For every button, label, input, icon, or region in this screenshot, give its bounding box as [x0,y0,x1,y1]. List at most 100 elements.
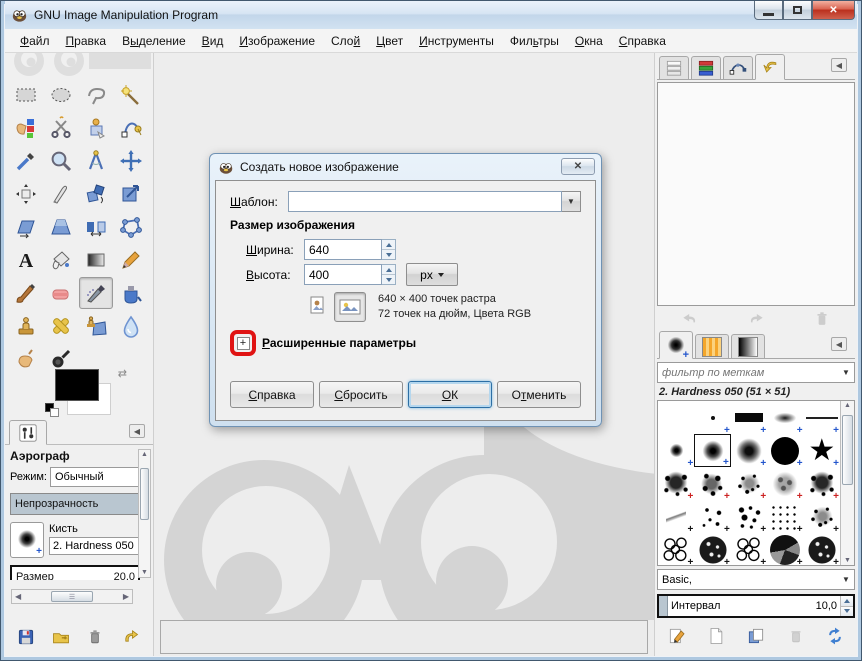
brush-circle-solid[interactable]: + [767,434,803,467]
reset-button[interactable]: Сбросить [319,381,403,408]
template-dropdown-button[interactable]: ▼ [562,191,581,212]
spacing-spinner[interactable] [840,596,853,616]
tool-ink[interactable] [114,277,148,309]
scroll-right-icon[interactable]: ▶ [120,592,132,601]
tool-blur-sharpen[interactable] [114,310,148,342]
menu-2[interactable]: Выделение [115,31,193,51]
tool-rotate[interactable] [79,178,113,210]
brush-dots-mixed[interactable]: + [731,500,767,533]
collapse-left-dock-button[interactable]: ◀ [129,424,145,438]
tab-patterns[interactable] [695,334,729,359]
brush-web[interactable]: + [804,500,840,533]
tool-blend[interactable] [79,244,113,276]
swap-colors-icon[interactable]: ⇄ [118,367,127,380]
menu-4[interactable]: Изображение [232,31,322,51]
tool-scale[interactable] [114,178,148,210]
tool-heal[interactable] [44,310,78,342]
tool-select-by-color[interactable] [9,112,43,144]
tool-move[interactable] [114,145,148,177]
brush-pebbles-2[interactable]: + [731,533,767,565]
brush-name-value[interactable]: 2. Hardness 050 [49,537,140,555]
undo-button[interactable] [678,307,702,331]
collapse-right-dock-button[interactable]: ◀ [831,58,847,72]
tool-fuzzy-select[interactable] [114,79,148,111]
default-colors-icon[interactable] [45,403,59,417]
new-brush-button[interactable] [704,624,728,648]
brush-empty[interactable] [658,401,694,434]
dialog-close-button[interactable]: ✕ [561,158,595,175]
portrait-orientation-button[interactable] [306,292,328,318]
undo-history-list[interactable] [657,82,855,306]
tool-ellipse-select[interactable] [44,79,78,111]
menu-10[interactable]: Справка [612,31,673,51]
title-bar[interactable]: GNU Image Manipulation Program ✕ [5,1,857,29]
tool-flip[interactable] [79,211,113,243]
delete-options-button[interactable] [83,625,107,649]
size-slider[interactable]: Размер 20,0 [10,565,140,580]
brush-soft-large[interactable]: + [731,434,767,467]
brush-hardness-050[interactable]: + [694,434,731,467]
scroll-up-icon[interactable]: ▲ [139,451,150,458]
tool-airbrush[interactable] [79,277,113,309]
ok-button[interactable]: ОК [408,381,492,408]
clear-history-button[interactable] [810,307,834,331]
collapse-brushes-dock-button[interactable]: ◀ [831,337,847,351]
tool-crop[interactable] [44,178,78,210]
scrollbar-thumb[interactable] [140,468,149,520]
tab-undo-history[interactable] [755,54,785,80]
tool-zoom[interactable] [44,145,78,177]
width-spinner[interactable] [382,239,396,260]
cancel-button[interactable]: От менить [497,381,581,408]
color-selector[interactable]: ⇄ [45,368,127,425]
brush-grunge-1[interactable]: + [694,533,730,565]
close-button[interactable]: ✕ [812,1,855,20]
menu-7[interactable]: Инструменты [412,31,501,51]
tool-eraser[interactable] [44,277,78,309]
tool-perspective-clone[interactable] [79,310,113,342]
brush-soft-small[interactable]: + [658,434,694,467]
chevron-down-icon[interactable]: ▼ [838,368,854,377]
menu-9[interactable]: Окна [568,31,610,51]
tool-paths[interactable] [114,112,148,144]
advanced-options-label[interactable]: Расширенные параметры [262,336,416,350]
tool-text[interactable]: A [9,244,43,276]
foreground-color-swatch[interactable] [55,369,99,401]
chevron-down-icon[interactable]: ▼ [838,575,854,584]
minimize-button[interactable] [754,1,783,20]
dialog-title-bar[interactable]: Создать новое изображение ✕ [210,154,601,180]
scrollbar-thumb[interactable] [842,415,853,485]
width-input[interactable]: 640 [304,239,382,260]
edit-brush-button[interactable] [665,624,689,648]
menu-6[interactable]: Цвет [369,31,410,51]
mode-select[interactable]: Обычный [49,467,140,487]
menu-0[interactable]: Файл [13,31,57,51]
menu-1[interactable]: Правка [59,31,114,51]
tab-channels[interactable] [691,56,721,80]
restore-options-button[interactable] [49,625,73,649]
scroll-down-icon[interactable]: ▼ [139,569,150,576]
brush-thin-line[interactable]: + [804,401,840,434]
scroll-up-icon[interactable]: ▲ [841,402,854,409]
brush-dots-fine[interactable]: + [767,500,803,533]
brush-tiny-dot[interactable]: + [694,401,730,434]
tool-pencil[interactable] [114,244,148,276]
tool-rectangle-select[interactable] [9,79,43,111]
menu-5[interactable]: Слой [324,31,367,51]
brush-splatter-2[interactable]: + [694,467,730,500]
tab-brushes[interactable] [659,331,693,361]
brush-pebbles[interactable]: + [658,533,694,565]
scroll-left-icon[interactable]: ◀ [12,592,24,601]
tool-color-picker[interactable] [9,145,43,177]
brush-preview-button[interactable]: + [10,522,44,558]
tab-layers[interactable] [659,56,689,80]
brush-group-combo[interactable]: Basic, ▼ [657,569,855,590]
height-input[interactable]: 400 [304,264,382,285]
brush-splatter-3[interactable]: + [731,467,767,500]
template-combo[interactable] [288,191,562,212]
brush-splatter-1[interactable]: + [658,467,694,500]
tool-clone[interactable] [9,310,43,342]
advanced-expander-button[interactable]: + [236,336,250,350]
tab-gradients[interactable] [731,334,765,359]
tag-filter-input[interactable] [658,366,838,379]
menu-8[interactable]: Фильтры [503,31,566,51]
